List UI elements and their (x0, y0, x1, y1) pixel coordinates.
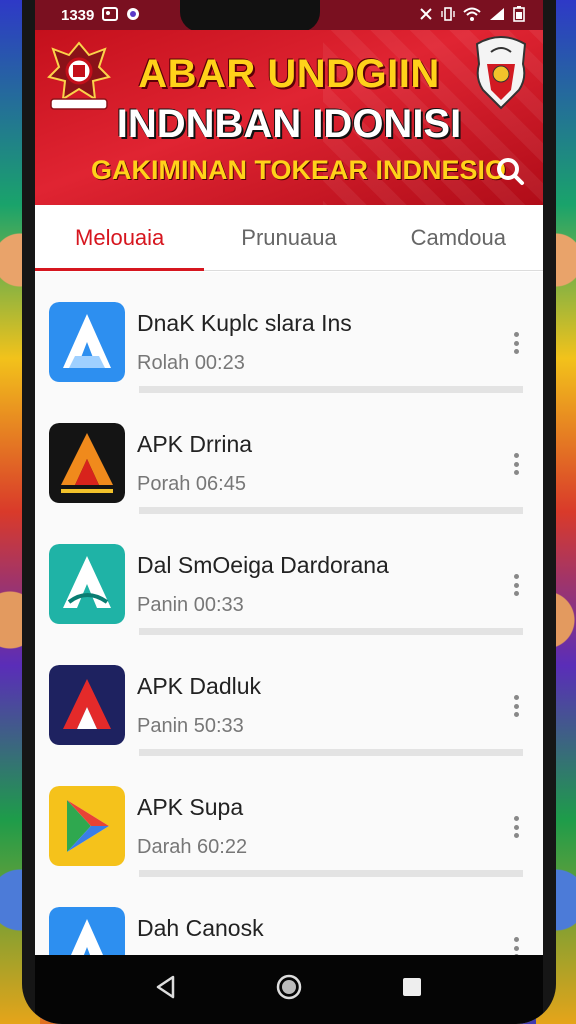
battery-icon (513, 6, 525, 24)
app-name: APK Drrina (137, 431, 253, 457)
vibrate-icon (441, 7, 455, 23)
more-options-icon[interactable] (511, 453, 521, 475)
blue-a-icon (49, 907, 125, 955)
back-icon (153, 974, 179, 1005)
status-bar: 1339 (35, 0, 543, 32)
list-item[interactable]: APK Dadluk Panin 50:33 (35, 635, 543, 756)
status-right (419, 6, 525, 24)
app-list: DnaK Kuplc slara Ins Rolah 00:23 APK Drr… (35, 272, 543, 955)
more-options-icon[interactable] (511, 695, 521, 717)
more-options-icon[interactable] (511, 937, 521, 955)
app-name: APK Dadluk (137, 673, 262, 699)
navigation-bar (35, 955, 543, 1024)
header-title-line-2: INDNBAN IDONISI (116, 102, 462, 146)
tab-melouaia[interactable]: Melouaia (35, 205, 205, 271)
app-time: Rolah 00:23 (137, 352, 245, 374)
list-item[interactable]: DnaK Kuplc slara Ins Rolah 00:23 (35, 272, 543, 393)
header-title-line-1: ABAR UNDGIIN (138, 52, 440, 96)
item-divider (139, 749, 523, 756)
tab-bar: Melouaia Prunuaua Camdoua (35, 205, 543, 271)
recents-button[interactable] (395, 973, 429, 1007)
red-a-navy-icon (49, 665, 125, 745)
phone-frame: 1339 ABAR UNDGIIN INDNBAN IDONISI GAKIMI… (22, 0, 556, 1024)
chat-icon (126, 7, 140, 23)
status-left: 1339 (61, 7, 140, 24)
status-time: 1339 (61, 6, 95, 24)
signal-icon (489, 7, 505, 23)
list-item[interactable]: Dal SmOeiga Dardorana Panin 00:33 (35, 514, 543, 635)
home-button[interactable] (272, 973, 306, 1007)
item-divider (139, 507, 523, 514)
phone-screen: 1339 ABAR UNDGIIN INDNBAN IDONISI GAKIMI… (35, 0, 543, 1024)
app-name: Dal SmOeiga Dardorana (137, 552, 389, 578)
header-subtitle: GAKIMINAN TOKEAR INDNESIO (91, 155, 507, 185)
app-name: APK Supa (137, 794, 244, 820)
item-divider (139, 628, 523, 635)
item-divider (139, 386, 523, 393)
back-button[interactable] (149, 973, 183, 1007)
play-store-icon (49, 786, 125, 866)
more-options-icon[interactable] (511, 816, 521, 838)
app-time: Panin 00:33 (137, 594, 244, 616)
app-time: Panin 50:33 (137, 715, 244, 737)
wifi-icon (463, 7, 481, 23)
blue-a-icon (49, 302, 125, 382)
search-icon (495, 156, 525, 191)
list-item[interactable]: APK Supa Darah 60:22 (35, 756, 543, 877)
gallery-icon (102, 7, 119, 23)
app-time: Darah 60:22 (137, 836, 248, 858)
app-name: Dah Canosk (137, 915, 264, 941)
header-banner: ABAR UNDGIIN INDNBAN IDONISI GAKIMINAN T… (35, 30, 543, 205)
app-time: Porah 06:45 (137, 473, 246, 495)
more-options-icon[interactable] (511, 574, 521, 596)
search-button[interactable] (491, 154, 529, 192)
tab-prunuaua[interactable]: Prunuaua (204, 205, 373, 270)
teal-a-icon (49, 544, 125, 624)
item-divider (139, 870, 523, 877)
tab-camdoua[interactable]: Camdoua (374, 205, 543, 270)
orange-a-dark-icon (49, 423, 125, 503)
list-item[interactable]: APK Drrina Porah 06:45 (35, 393, 543, 514)
alarm-icon (419, 7, 433, 23)
app-name: DnaK Kuplc slara Ins (137, 310, 352, 336)
camera-notch (180, 0, 320, 32)
recents-icon (400, 975, 424, 1004)
home-icon (275, 973, 303, 1006)
list-item[interactable]: Dah Canosk (35, 877, 543, 955)
more-options-icon[interactable] (511, 332, 521, 354)
